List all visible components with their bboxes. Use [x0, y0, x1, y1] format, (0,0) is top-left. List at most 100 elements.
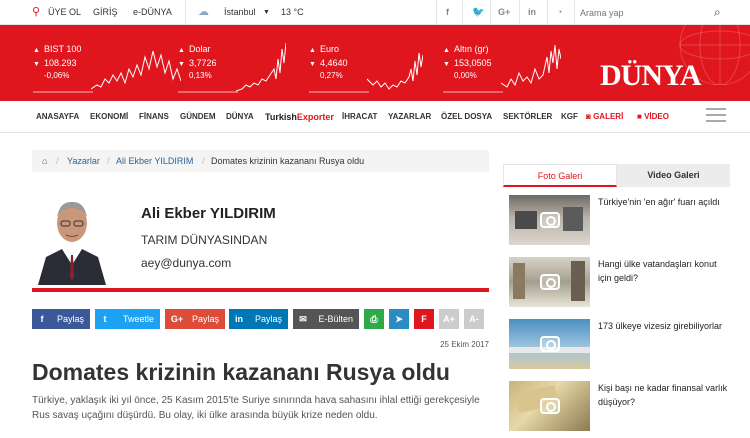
market-label: Altın (gr): [454, 44, 489, 54]
linkedin-icon[interactable]: in: [528, 0, 536, 25]
gallery-thumbnail[interactable]: [509, 195, 590, 245]
register-link[interactable]: ÜYE OL: [48, 0, 81, 25]
tab-foto-galeri[interactable]: Foto Galeri: [503, 164, 617, 187]
ebulten-button[interactable]: ✉ E-Bülten: [293, 309, 359, 329]
arrow-up-icon: ▲: [443, 47, 450, 54]
font-decrease-button[interactable]: A-: [464, 309, 484, 329]
market-value: 3,7726: [189, 58, 217, 68]
market-euro[interactable]: ▲ ▼ Euro 4,4640 0,27%: [309, 33, 429, 95]
telegram-button[interactable]: ➤: [389, 309, 409, 329]
font-down-label: A-: [469, 314, 479, 324]
gallery-item[interactable]: Hangi ülke vatandaşları konut için geldi…: [509, 257, 730, 307]
twitter-share-button[interactable]: t Tweetle: [95, 309, 160, 329]
divider: [436, 0, 437, 25]
nav-item-ozel-dosya[interactable]: ÖZEL DOSYA: [441, 101, 492, 133]
gallery-thumbnail[interactable]: [509, 319, 590, 369]
linkedin-icon: in: [235, 314, 243, 324]
nav-item-ihracat[interactable]: İHRACAT: [342, 101, 377, 133]
gallery-caption[interactable]: Türkiye'nin 'en ağır' fuarı açıldı: [598, 195, 730, 209]
divider: [32, 288, 489, 292]
nav-item-turkishexporter[interactable]: TurkishExporter: [265, 101, 334, 133]
tab-video-galeri[interactable]: Video Galeri: [617, 164, 730, 187]
breadcrumb: ⌂ / Yazarlar / Ali Ekber YILDIRIM / Doma…: [32, 150, 489, 172]
nav-item-sektorler[interactable]: SEKTÖRLER: [503, 101, 552, 133]
facebook-share-button[interactable]: f Paylaş: [32, 309, 90, 329]
gallery-caption[interactable]: Hangi ülke vatandaşları konut için geldi…: [598, 257, 730, 285]
nav-item-finans[interactable]: FİNANS: [139, 101, 169, 133]
googleplus-icon: G+: [170, 314, 184, 324]
market-header: ▲ ▼ BIST 100 108.293 -0,06% ▲ ▼ Dolar 3,…: [0, 25, 750, 101]
print-button[interactable]: ⎙: [364, 309, 384, 329]
gallery-tabs: Foto Galeri Video Galeri: [503, 164, 730, 187]
edunya-link[interactable]: e-DÜNYA: [133, 0, 172, 25]
share-label: E-Bülten: [318, 314, 353, 324]
facebook-icon: f: [40, 314, 44, 324]
market-value: 4,4640: [320, 58, 348, 68]
search-input[interactable]: [580, 3, 710, 22]
home-icon[interactable]: ⌂: [42, 150, 47, 172]
market-sparkline: [91, 50, 181, 90]
breadcrumb-yazarlar[interactable]: Yazarlar: [67, 150, 100, 172]
market-change: -0,06%: [44, 71, 70, 80]
arrow-down-icon: ▼: [178, 61, 185, 68]
article-title: Domates krizinin kazananı Rusya oldu: [32, 359, 450, 385]
site-logo[interactable]: DÜNYA: [600, 59, 702, 93]
font-increase-button[interactable]: A+: [439, 309, 459, 329]
turkish-label: Turkish: [265, 112, 297, 122]
gallery-caption[interactable]: Kişi başı ne kadar finansal varlık düşüy…: [598, 381, 730, 409]
hamburger-menu-icon[interactable]: [706, 108, 726, 124]
galeri-label: GALERİ: [593, 112, 624, 121]
rss-icon[interactable]: ◔: [557, 0, 562, 25]
breadcrumb-separator: /: [56, 156, 59, 166]
camera-icon: [540, 212, 560, 228]
city-select[interactable]: İstanbul: [224, 0, 256, 25]
author-email[interactable]: aey@dunya.com: [141, 256, 231, 270]
market-bist100[interactable]: ▲ ▼ BIST 100 108.293 -0,06%: [33, 33, 181, 95]
arrow-down-icon: ▼: [309, 61, 316, 68]
market-value: 108.293: [44, 58, 77, 68]
market-label: Dolar: [189, 44, 211, 54]
googleplus-icon[interactable]: G+: [498, 0, 510, 25]
nav-item-anasayfa[interactable]: ANASAYFA: [36, 101, 79, 133]
cloud-icon: ☁: [198, 6, 209, 18]
arrow-up-icon: ▲: [178, 47, 185, 54]
googleplus-share-button[interactable]: G+ Paylaş: [165, 309, 225, 329]
gallery-thumbnail[interactable]: [509, 381, 590, 431]
author-box: Ali Ekber YILDIRIM TARIM DÜNYASINDAN aey…: [32, 185, 489, 290]
nav-item-gundem[interactable]: GÜNDEM: [180, 101, 216, 133]
flipboard-button[interactable]: F: [414, 309, 434, 329]
breadcrumb-author[interactable]: Ali Ekber YILDIRIM: [116, 150, 193, 172]
search-icon[interactable]: ⌕: [714, 0, 721, 25]
divider: [178, 91, 238, 93]
divider: [547, 0, 548, 25]
market-altin[interactable]: ▲ ▼ Altın (gr) 153,0505 0,00%: [443, 33, 563, 95]
market-sparkline: [501, 44, 561, 88]
divider: [519, 0, 520, 25]
article-intro: Türkiye, yaklaşık iki yıl önce, 25 Kasım…: [32, 395, 480, 421]
gallery-caption[interactable]: 173 ülkeye vizesiz girebiliyorlar: [598, 319, 730, 333]
login-link[interactable]: GİRİŞ: [93, 0, 118, 25]
market-dolar[interactable]: ▲ ▼ Dolar 3,7726 0,13%: [178, 33, 298, 95]
twitter-icon[interactable]: 🐦: [472, 0, 484, 25]
nav-item-galeri[interactable]: ◙ GALERİ: [586, 101, 623, 133]
author-photo[interactable]: [32, 193, 112, 285]
share-label: Paylaş: [191, 314, 219, 324]
divider: [490, 0, 491, 25]
nav-item-dunya[interactable]: DÜNYA: [226, 101, 254, 133]
breadcrumb-separator: /: [107, 156, 110, 166]
facebook-icon[interactable]: f: [446, 0, 449, 25]
nav-item-ekonomi[interactable]: EKONOMİ: [90, 101, 128, 133]
share-label: Tweetle: [122, 314, 154, 324]
nav-item-kgf[interactable]: KGF: [561, 101, 578, 133]
author-name[interactable]: Ali Ekber YILDIRIM: [141, 205, 276, 222]
nav-item-yazarlar[interactable]: YAZARLAR: [388, 101, 431, 133]
nav-item-video[interactable]: ■ VİDEO: [637, 101, 669, 133]
temperature: 13 °C: [281, 7, 304, 17]
linkedin-share-button[interactable]: in Paylaş: [229, 309, 288, 329]
gallery-item[interactable]: 173 ülkeye vizesiz girebiliyorlar: [509, 319, 730, 369]
gallery-item[interactable]: Kişi başı ne kadar finansal varlık düşüy…: [509, 381, 730, 431]
top-bar: ⚲ ÜYE OL GİRİŞ e-DÜNYA ☁ İstanbul ▼ 13 °…: [0, 0, 750, 25]
chevron-down-icon[interactable]: ▼: [263, 0, 270, 25]
gallery-thumbnail[interactable]: [509, 257, 590, 307]
gallery-item[interactable]: Türkiye'nin 'en ağır' fuarı açıldı: [509, 195, 730, 245]
